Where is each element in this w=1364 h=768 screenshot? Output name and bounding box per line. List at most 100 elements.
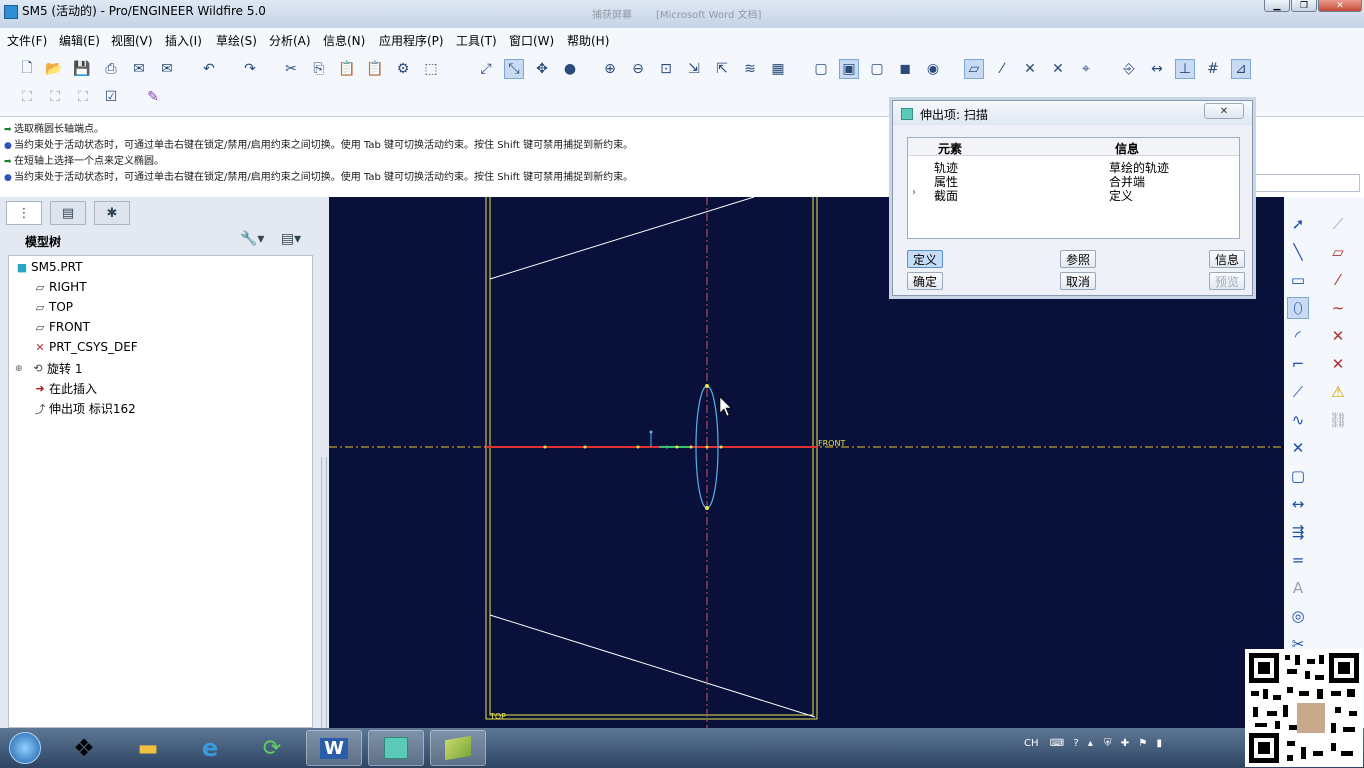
apply-icon[interactable]: ☑ bbox=[101, 87, 121, 107]
shading-icon[interactable]: ◼ bbox=[895, 59, 915, 79]
appearance-icon[interactable]: ● bbox=[560, 59, 580, 79]
point-sketch-icon[interactable]: ✕ bbox=[1287, 437, 1309, 459]
datum-axes-icon[interactable]: ⁄ bbox=[992, 59, 1012, 79]
grid-display-icon[interactable]: # bbox=[1203, 59, 1223, 79]
new-icon[interactable]: 🗋 bbox=[17, 59, 37, 79]
flag-icon[interactable]: ⚑ bbox=[1138, 738, 1147, 749]
print-icon[interactable]: ⎙ bbox=[101, 59, 121, 79]
menu-applications[interactable]: 应用程序(P) bbox=[379, 32, 444, 49]
view-manager-icon[interactable]: ▦ bbox=[768, 59, 788, 79]
save-icon[interactable]: 💾 bbox=[72, 59, 92, 79]
reorient-icon[interactable]: ⇲ bbox=[684, 59, 704, 79]
keyboard-icon[interactable]: ⌨ bbox=[1050, 738, 1064, 749]
taskbar-proe[interactable] bbox=[368, 730, 424, 766]
annotations-icon[interactable]: ⌖ bbox=[1076, 59, 1096, 79]
email-icon[interactable]: ✉ bbox=[129, 59, 149, 79]
rectangle-tool-icon[interactable]: ▭ bbox=[1287, 269, 1309, 291]
curve-tool-icon[interactable]: ∼ bbox=[1327, 297, 1349, 319]
vertex-display-icon[interactable]: ⊿ bbox=[1231, 59, 1251, 79]
dialog-title-bar[interactable]: 伸出项: 扫描 ✕ bbox=[893, 101, 1252, 125]
datum-points-icon[interactable]: ✕ bbox=[1020, 59, 1040, 79]
cut-icon[interactable]: ✂ bbox=[281, 59, 301, 79]
plus-icon[interactable]: ✚ bbox=[1121, 738, 1129, 749]
regenerate-icon[interactable]: ⚙ bbox=[393, 59, 413, 79]
minimize-button[interactable]: ▁ bbox=[1264, 0, 1290, 12]
expand-icon[interactable]: ⊕ bbox=[15, 364, 29, 374]
element-row[interactable]: 轨迹 草绘的轨迹 bbox=[908, 159, 1239, 175]
tree-settings-icon[interactable]: 🔧▾ bbox=[240, 231, 264, 247]
dimension-tool-icon[interactable]: ↔ bbox=[1287, 493, 1309, 515]
define-button[interactable]: 定义 bbox=[907, 250, 943, 268]
network-icon[interactable]: ▮ bbox=[1156, 738, 1162, 749]
spline-tool-icon[interactable]: ∿ bbox=[1287, 409, 1309, 431]
paste-icon[interactable]: 📋 bbox=[337, 59, 357, 79]
sketch-tool-icon[interactable]: ✎ bbox=[143, 87, 163, 107]
layers-icon[interactable]: ≋ bbox=[740, 59, 760, 79]
tree-item[interactable]: ▱ FRONT bbox=[31, 320, 90, 334]
help-icon[interactable]: ? bbox=[1073, 738, 1078, 749]
constraint-display-icon[interactable]: ⊥ bbox=[1175, 59, 1195, 79]
menu-window[interactable]: 窗口(W) bbox=[509, 32, 554, 49]
menu-file[interactable]: 文件(F) bbox=[7, 32, 47, 49]
ellipse-tool-icon[interactable]: ⬯ bbox=[1287, 297, 1309, 319]
email-link-icon[interactable]: ✉ bbox=[157, 59, 177, 79]
taskbar-app-green[interactable] bbox=[430, 730, 486, 766]
dimension-display-icon[interactable]: ↔ bbox=[1147, 59, 1167, 79]
no-hidden-icon[interactable]: ▢ bbox=[867, 59, 887, 79]
refit-icon[interactable]: ⊡ bbox=[656, 59, 676, 79]
menu-tools[interactable]: 工具(T) bbox=[456, 32, 497, 49]
tree-item[interactable]: ✕ PRT_CSYS_DEF bbox=[31, 340, 137, 354]
maximize-button[interactable]: ❐ bbox=[1291, 0, 1317, 12]
tree-item[interactable]: ➜ 在此插入 bbox=[31, 380, 97, 397]
fillet-tool-icon[interactable]: ⌐ bbox=[1287, 353, 1309, 375]
menu-analysis[interactable]: 分析(A) bbox=[269, 32, 311, 49]
taskbar-app-sync[interactable]: ⟳ bbox=[244, 730, 300, 766]
references-button[interactable]: 参照 bbox=[1060, 250, 1096, 268]
paste-special-icon[interactable]: 📋 bbox=[365, 59, 385, 79]
sketch-orient-icon[interactable]: ⎆ bbox=[1119, 59, 1139, 79]
spin-center-icon[interactable]: ⤡ bbox=[504, 59, 524, 79]
menu-sketch[interactable]: 草绘(S) bbox=[216, 32, 257, 49]
menu-view[interactable]: 视图(V) bbox=[111, 32, 153, 49]
undo-icon[interactable]: ↶ bbox=[199, 59, 219, 79]
ok-button[interactable]: 确定 bbox=[907, 272, 943, 290]
menu-edit[interactable]: 编辑(E) bbox=[59, 32, 100, 49]
cancel-button[interactable]: 取消 bbox=[1060, 272, 1096, 290]
taskbar-app-1[interactable]: ❖ bbox=[56, 730, 112, 766]
select-box-icon[interactable]: ⬚ bbox=[421, 59, 441, 79]
saved-views-icon[interactable]: ⇱ bbox=[712, 59, 732, 79]
repaint-icon[interactable]: ⤢ bbox=[476, 59, 496, 79]
tree-item[interactable]: ⊕ ⟲ 旋转 1 bbox=[15, 360, 82, 377]
palette-tool-icon[interactable]: ◎ bbox=[1287, 605, 1309, 627]
zoom-in-icon[interactable]: ⊕ bbox=[600, 59, 620, 79]
csys-tool-icon[interactable]: ✕ bbox=[1327, 353, 1349, 375]
tab-favorites[interactable]: ✱ bbox=[94, 201, 130, 225]
select-arrow-icon[interactable]: ➚ bbox=[1287, 213, 1309, 235]
tab-folder-browser[interactable]: ▤ bbox=[50, 201, 86, 225]
copy-icon[interactable]: ⎘ bbox=[309, 59, 329, 79]
axis-tool-icon[interactable]: ⁄ bbox=[1327, 269, 1349, 291]
enhanced-realism-icon[interactable]: ◉ bbox=[923, 59, 943, 79]
datum-planes-icon[interactable]: ▱ bbox=[964, 59, 984, 79]
element-row[interactable]: 属性 合并端 bbox=[908, 173, 1239, 189]
menu-help[interactable]: 帮助(H) bbox=[567, 32, 609, 49]
use-edge-icon[interactable]: ▢ bbox=[1287, 465, 1309, 487]
constraint-tool-icon[interactable]: = bbox=[1287, 549, 1309, 571]
tree-show-icon[interactable]: ▤▾ bbox=[281, 231, 301, 247]
line-tool-icon[interactable]: ╲ bbox=[1287, 241, 1309, 263]
panel-splitter[interactable] bbox=[320, 457, 328, 757]
modify-tool-icon[interactable]: ⇶ bbox=[1287, 521, 1309, 543]
start-button[interactable] bbox=[0, 730, 50, 766]
tree-item[interactable]: ⤴ 伸出项 标识162 bbox=[31, 400, 136, 417]
tree-item[interactable]: ▱ RIGHT bbox=[31, 280, 87, 294]
orient-mode-icon[interactable]: ✥ bbox=[532, 59, 552, 79]
tray-arrow-icon[interactable]: ▴ bbox=[1088, 738, 1093, 749]
wireframe-icon[interactable]: ▢ bbox=[811, 59, 831, 79]
csys-display-icon[interactable]: ✕ bbox=[1048, 59, 1068, 79]
zoom-out-icon[interactable]: ⊖ bbox=[628, 59, 648, 79]
language-indicator[interactable]: CH bbox=[1024, 738, 1039, 749]
element-row[interactable]: › 截面 定义 bbox=[908, 187, 1239, 203]
chamfer-tool-icon[interactable]: ⟋ bbox=[1287, 381, 1309, 403]
analysis-tool-icon[interactable]: ⚠ bbox=[1327, 381, 1349, 403]
close-button[interactable]: ✕ bbox=[1318, 0, 1362, 12]
